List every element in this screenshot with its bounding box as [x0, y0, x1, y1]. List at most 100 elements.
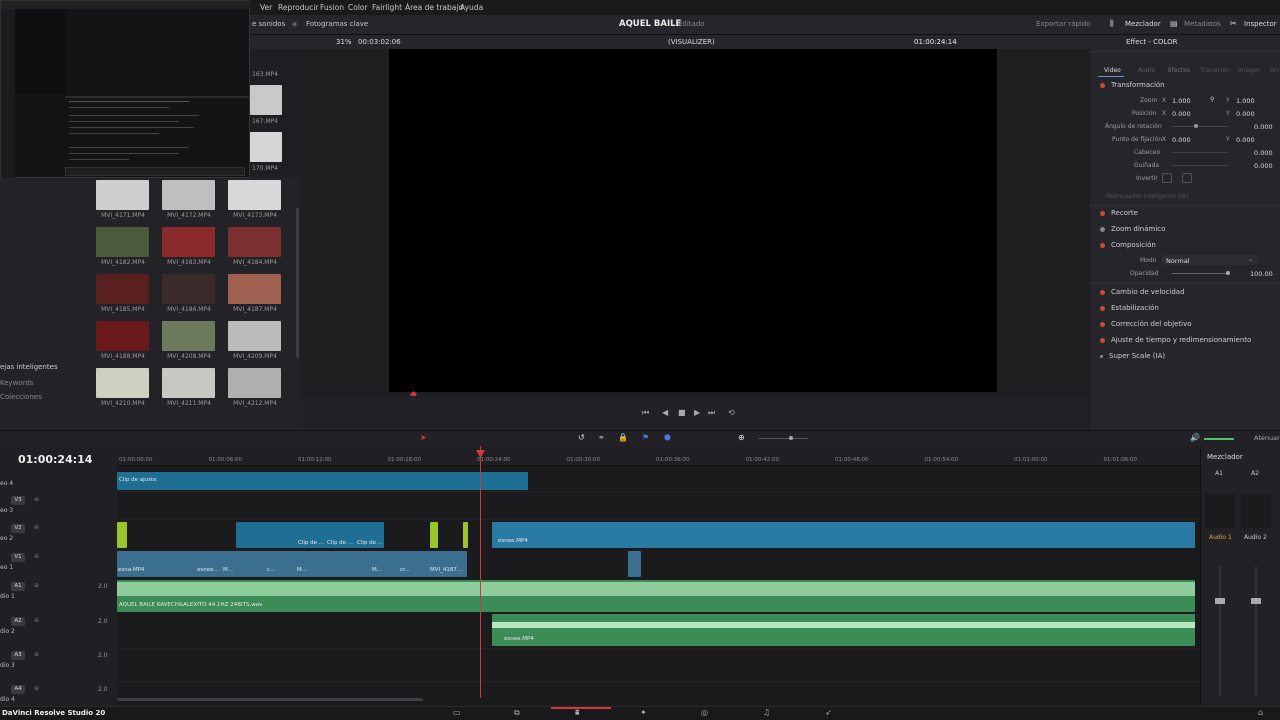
- menu-fairlight[interactable]: Fairlight: [372, 3, 402, 12]
- adjust-clip[interactable]: Clip de ajuste: [117, 472, 528, 490]
- media-thumbnail[interactable]: [96, 180, 149, 210]
- edit-page-icon[interactable]: ⩩: [575, 708, 579, 718]
- zoom-icon[interactable]: ⊕: [738, 433, 745, 442]
- reverse-icon[interactable]: ◀: [662, 408, 668, 417]
- fader-a1[interactable]: [1215, 598, 1225, 604]
- track-badge[interactable]: A4: [11, 685, 25, 694]
- chevron-down-icon[interactable]: ⌄: [1248, 256, 1253, 263]
- track-lock-icon[interactable]: ⊕: [34, 617, 39, 624]
- fusion-page-icon[interactable]: ✦: [640, 708, 647, 717]
- v1-clip-group[interactable]: [117, 551, 467, 577]
- video-clip[interactable]: [430, 522, 438, 548]
- section-velocidad[interactable]: Cambio de velocidad: [1100, 288, 1185, 296]
- link-icon[interactable]: ⚲: [1210, 96, 1214, 103]
- track-lock-icon[interactable]: ⊕: [34, 496, 39, 503]
- track-badge[interactable]: A2: [11, 617, 25, 626]
- esnee-clip[interactable]: esnee.MP4: [492, 522, 1195, 548]
- media-scrollbar[interactable]: [296, 208, 299, 358]
- section-recorte[interactable]: Recorte: [1100, 209, 1138, 217]
- track-badge[interactable]: A1: [11, 582, 25, 591]
- viewer-screen[interactable]: [389, 49, 997, 392]
- track-lock-icon[interactable]: ⊕: [34, 685, 39, 692]
- menu-reproducir[interactable]: Reproducir: [278, 3, 319, 12]
- play-icon[interactable]: ▶: [694, 408, 700, 417]
- fij-x-field[interactable]: 0.000: [1172, 136, 1191, 144]
- pointer-icon[interactable]: ➤: [420, 433, 427, 442]
- track-lock-icon[interactable]: ⊕: [34, 524, 39, 531]
- keywords-item[interactable]: Keywords: [0, 379, 34, 387]
- fader-track-a1[interactable]: [1219, 566, 1221, 696]
- section-composicion[interactable]: Composición: [1100, 241, 1156, 249]
- lock-icon[interactable]: 🔒: [618, 433, 628, 442]
- fotogramas-clave-button[interactable]: Fotogramas clave: [306, 20, 368, 28]
- colecciones-item[interactable]: Colecciones: [0, 393, 42, 401]
- tab-audio[interactable]: Audio: [1138, 67, 1155, 74]
- mixer-eq-a2[interactable]: [1241, 494, 1271, 528]
- sonidos-button[interactable]: e sonidos: [252, 20, 285, 28]
- zoom-slider[interactable]: [758, 438, 808, 439]
- tab-efectos[interactable]: Efectos: [1168, 67, 1190, 74]
- smart-bins-header[interactable]: ejas inteligentes: [0, 363, 58, 371]
- rotacion-field[interactable]: 0.000: [1254, 123, 1273, 131]
- pos-y-field[interactable]: 0.000: [1236, 110, 1255, 118]
- menu-ayuda[interactable]: Ayuda: [460, 3, 483, 12]
- video-clip[interactable]: [463, 522, 468, 548]
- home-icon[interactable]: ⌂: [1258, 708, 1263, 717]
- color-page-icon[interactable]: ◎: [701, 708, 708, 717]
- timeline-ruler[interactable]: 01:00:00:00 01:00:06:00 01:00:12:00 01:00:1…: [117, 446, 1200, 466]
- volume-slider[interactable]: [1204, 438, 1234, 440]
- go-end-icon[interactable]: ⏭: [708, 408, 715, 418]
- chat-input[interactable]: [65, 167, 245, 176]
- cabeceo-field[interactable]: 0.000: [1254, 149, 1273, 157]
- media-thumbnail[interactable]: [162, 368, 215, 398]
- media-thumbnail[interactable]: [228, 227, 281, 257]
- tab-arc[interactable]: Arc: [1270, 67, 1280, 74]
- track-level[interactable]: 2.0: [98, 618, 108, 625]
- media-thumbnail[interactable]: [162, 227, 215, 257]
- media-thumbnail[interactable]: [96, 227, 149, 257]
- floating-window-titlebar[interactable]: [1, 1, 251, 9]
- media-thumbnail[interactable]: [162, 274, 215, 304]
- cabeceo-slider[interactable]: [1172, 152, 1228, 153]
- media-thumbnail[interactable]: [96, 368, 149, 398]
- media-thumbnail[interactable]: [162, 180, 215, 210]
- video-clip[interactable]: [628, 551, 641, 577]
- media-thumbnail[interactable]: [96, 321, 149, 351]
- deliver-page-icon[interactable]: ➶: [825, 708, 832, 717]
- pos-x-field[interactable]: 0.000: [1172, 110, 1191, 118]
- track-lock-icon[interactable]: ⊕: [34, 651, 39, 658]
- marker-icon[interactable]: ⬢: [664, 433, 671, 442]
- section-objetivo[interactable]: Corrección del objetivo: [1100, 320, 1192, 328]
- track-level[interactable]: 2.0: [98, 686, 108, 693]
- rotacion-slider[interactable]: [1172, 126, 1228, 127]
- viewer-clip-name[interactable]: (VISUALIZER): [668, 38, 715, 46]
- track-badge[interactable]: V1: [11, 553, 25, 562]
- media-thumbnail[interactable]: [162, 321, 215, 351]
- link-icon[interactable]: ⚭: [598, 433, 605, 442]
- track-badge[interactable]: V2: [11, 524, 25, 533]
- loop-icon[interactable]: ⟲: [728, 408, 735, 417]
- tab-imagen[interactable]: Imagen: [1238, 67, 1261, 74]
- menu-ver[interactable]: Ver: [260, 3, 272, 12]
- media-thumbnail[interactable]: [250, 85, 282, 115]
- media-thumbnail[interactable]: [228, 180, 281, 210]
- atenuar-button[interactable]: Atenuar: [1254, 434, 1280, 442]
- flip-horizontal-icon[interactable]: [1162, 173, 1172, 183]
- slider-knob[interactable]: [1194, 124, 1198, 128]
- cut-page-icon[interactable]: ⧉: [514, 708, 520, 718]
- flag-icon[interactable]: ⚑: [642, 433, 649, 442]
- tab-transicion[interactable]: Transición: [1200, 67, 1230, 74]
- metadatos-button[interactable]: Metadatos: [1184, 20, 1221, 28]
- video-clip[interactable]: [117, 522, 127, 548]
- media-thumbnail[interactable]: [228, 368, 281, 398]
- section-super-scale[interactable]: Super Scale (IA): [1100, 352, 1165, 360]
- track-level[interactable]: 2.0: [98, 583, 108, 590]
- guinada-slider[interactable]: [1172, 165, 1228, 166]
- timeline-scrollbar[interactable]: [117, 698, 423, 701]
- fader-track-a2[interactable]: [1255, 566, 1257, 696]
- mixer-eq-a1[interactable]: [1205, 494, 1235, 528]
- zoom-level[interactable]: 31%: [336, 38, 352, 46]
- snap-icon[interactable]: ↺: [578, 433, 585, 442]
- flip-vertical-icon[interactable]: [1182, 173, 1192, 183]
- media-thumbnail[interactable]: [96, 274, 149, 304]
